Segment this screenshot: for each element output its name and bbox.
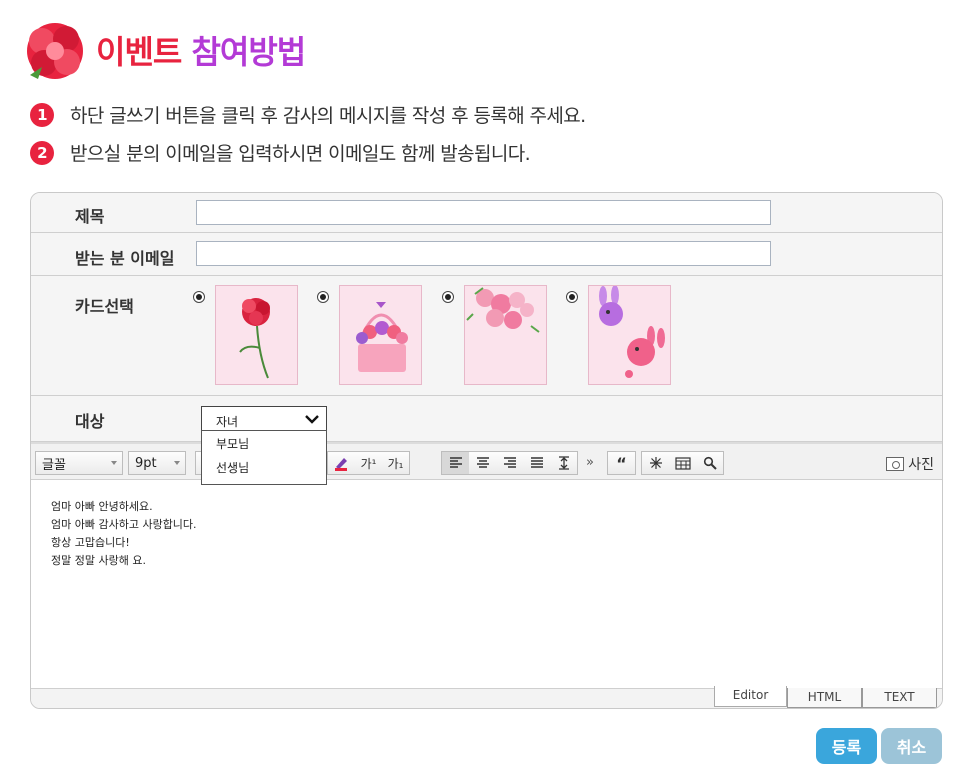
font-size-value: 9pt <box>135 455 157 471</box>
camera-icon <box>886 457 905 471</box>
dropdown-arrow-icon <box>111 461 117 465</box>
card-select-row: 카드선택 <box>31 276 942 396</box>
message-form: 제목 받는 분 이메일 카드선택 대상 자녀 글꼴 9pt 가¹ 가₁ » “ … <box>30 192 943 709</box>
step-number-badge: 1 <box>30 102 54 127</box>
step-2: 2 받으실 분의 이메일을 입력하시면 이메일도 함께 발송됩니다. <box>30 139 531 166</box>
editor-mode-tabs: Editor HTML TEXT <box>31 686 942 708</box>
editor-line: 정말 정말 사랑해 요. <box>51 554 146 567</box>
page-title: 이벤트 참여방법 <box>96 27 306 73</box>
tab-text[interactable]: TEXT <box>862 688 937 708</box>
title-input[interactable] <box>196 200 771 225</box>
card-radio[interactable] <box>566 291 578 303</box>
search-icon <box>703 456 717 470</box>
font-family-value: 글꼴 <box>42 457 66 473</box>
highlight-pen-icon <box>334 458 347 471</box>
insert-group <box>641 451 724 475</box>
quote-group: “ <box>607 451 636 475</box>
title-row: 제목 <box>31 193 942 233</box>
target-select[interactable]: 자녀 <box>201 406 327 433</box>
step-text: 받으실 분의 이메일을 입력하시면 이메일도 함께 발송됩니다. <box>70 143 531 165</box>
photo-button[interactable]: 사진 <box>886 454 934 474</box>
highlight-color-button[interactable] <box>328 452 355 474</box>
align-center-icon <box>476 457 489 468</box>
subscript-button[interactable]: 가₁ <box>382 452 409 474</box>
tab-html[interactable]: HTML <box>787 688 862 708</box>
align-left-icon <box>449 457 462 468</box>
photo-label: 사진 <box>908 457 934 473</box>
step-number-badge: 2 <box>30 140 54 165</box>
email-label: 받는 분 이메일 <box>75 249 175 268</box>
title-event: 이벤트 <box>96 33 182 71</box>
flower-basket-icon <box>356 302 408 372</box>
font-family-select[interactable]: 글꼴 <box>35 451 123 475</box>
align-left-button[interactable] <box>442 452 469 474</box>
cancel-button[interactable]: 취소 <box>881 728 942 764</box>
bunny-icon <box>599 285 665 378</box>
tab-editor[interactable]: Editor <box>714 686 787 707</box>
align-justify-button[interactable] <box>523 452 550 474</box>
target-row: 대상 자녀 <box>31 396 942 442</box>
card-radio[interactable] <box>193 291 205 303</box>
target-option-teacher[interactable]: 선생님 <box>202 455 326 479</box>
text-format-group: 가¹ 가₁ <box>327 451 410 475</box>
editor-line: 엄마 아빠 안녕하세요. <box>51 500 153 513</box>
email-input[interactable] <box>196 241 771 266</box>
table-button[interactable] <box>669 452 696 474</box>
align-center-button[interactable] <box>469 452 496 474</box>
bouquet-card-image[interactable] <box>464 285 547 385</box>
step-text: 하단 글쓰기 버튼을 클릭 후 감사의 메시지를 작성 후 등록해 주세요. <box>70 105 586 127</box>
flower-basket-card-image[interactable] <box>339 285 422 385</box>
submit-button[interactable]: 등록 <box>816 728 877 764</box>
carnation-icon <box>239 298 270 379</box>
editor-line: 엄마 아빠 감사하고 사랑합니다. <box>51 518 197 531</box>
target-option-parents[interactable]: 부모님 <box>202 431 326 455</box>
align-group <box>441 451 578 475</box>
email-row: 받는 분 이메일 <box>31 233 942 276</box>
editor-line: 항상 고맙습니다! <box>51 536 130 549</box>
carnation-icon <box>27 23 83 79</box>
align-right-button[interactable] <box>496 452 523 474</box>
special-char-icon <box>649 457 662 469</box>
title-howto: 참여방법 <box>191 33 306 71</box>
editor-content[interactable]: 엄마 아빠 안녕하세요. 엄마 아빠 감사하고 사랑합니다. 항상 고맙습니다!… <box>31 480 942 688</box>
card-radio[interactable] <box>317 291 329 303</box>
superscript-button[interactable]: 가¹ <box>355 452 382 474</box>
bouquet-icon <box>466 287 540 333</box>
card-radio[interactable] <box>442 291 454 303</box>
target-label: 대상 <box>75 412 105 431</box>
title-label: 제목 <box>75 207 105 226</box>
target-selected-value: 자녀 <box>216 415 239 429</box>
step-1: 1 하단 글쓰기 버튼을 클릭 후 감사의 메시지를 작성 후 등록해 주세요. <box>30 101 586 128</box>
font-size-select[interactable]: 9pt <box>128 451 186 475</box>
line-height-button[interactable] <box>550 452 577 474</box>
more-tools-button[interactable]: » <box>586 455 594 470</box>
carnation-card-image[interactable] <box>215 285 298 385</box>
page-header: 이벤트 참여방법 <box>20 14 306 86</box>
card-label: 카드선택 <box>75 297 134 316</box>
align-right-icon <box>503 457 516 468</box>
editor-toolbar: 글꼴 9pt 가¹ 가₁ » “ 사진 <box>31 442 942 480</box>
bunny-card-image[interactable] <box>588 285 671 385</box>
find-button[interactable] <box>696 452 723 474</box>
align-justify-icon <box>530 457 543 468</box>
quote-button[interactable]: “ <box>608 452 635 474</box>
table-icon <box>674 456 691 470</box>
dropdown-arrow-icon <box>174 461 180 465</box>
chevron-down-icon[interactable] <box>304 412 320 426</box>
special-char-button[interactable] <box>642 452 669 474</box>
line-height-icon <box>558 456 569 470</box>
target-dropdown-list: 부모님 선생님 <box>201 430 327 485</box>
